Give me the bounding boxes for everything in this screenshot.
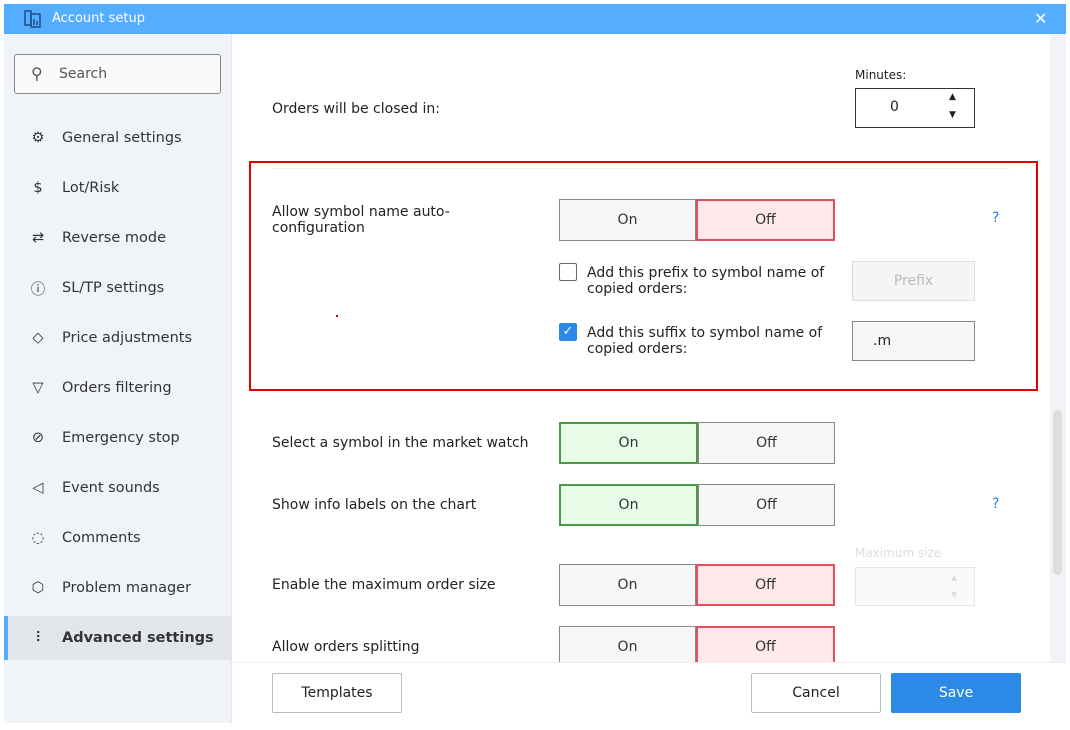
tag-icon: ◇ [32, 330, 44, 346]
title-bar: Account setup ✕ [4, 4, 1066, 34]
arrow-down-icon[interactable]: ▼ [949, 110, 956, 120]
minutes-stepper[interactable]: 0 ▲ ▼ [855, 88, 975, 128]
max-order-toggle[interactable]: On Off [559, 564, 835, 606]
sidebar-item[interactable]: ⬡ Problem manager [4, 566, 232, 610]
orders-closed-label: Orders will be closed in: [272, 101, 440, 117]
on-option[interactable]: On [559, 199, 696, 241]
templates-button[interactable]: Templates [272, 673, 402, 713]
stop-icon: ⊘ [31, 430, 45, 446]
on-option[interactable]: On [559, 484, 698, 526]
off-option[interactable]: Off [696, 564, 835, 606]
sidebar-item-label: Reverse mode [62, 230, 167, 246]
footer: Templates Cancel Save [232, 662, 1066, 723]
close-icon[interactable]: ✕ [1034, 9, 1047, 28]
symbol-autoconf-toggle[interactable]: On Off [559, 199, 835, 241]
scrollbar-thumb[interactable] [1053, 410, 1062, 575]
scrollbar[interactable] [1050, 34, 1066, 662]
sidebar-item-label: Comments [62, 530, 141, 546]
arrow-up-icon[interactable]: ▲ [951, 573, 957, 582]
help-icon[interactable]: ? [992, 496, 999, 512]
save-button[interactable]: Save [891, 673, 1021, 713]
search-placeholder: Search [59, 66, 108, 82]
red-dot [336, 315, 338, 317]
sliders-icon: ⫶ [36, 630, 40, 646]
shield-icon: ⬡ [31, 580, 45, 596]
sidebar-item[interactable]: ◁ Event sounds [4, 466, 232, 510]
sidebar-item-label: Lot/Risk [62, 180, 120, 196]
alert-icon: ⓘ [30, 281, 46, 298]
sidebar-item[interactable]: ⫶ Advanced settings [4, 616, 232, 660]
minutes-label: Minutes: [855, 68, 907, 82]
sidebar-item-label: Orders filtering [62, 380, 172, 396]
speaker-icon: ◁ [32, 480, 44, 496]
info-labels-label: Show info labels on the chart [272, 497, 477, 513]
max-order-label: Enable the maximum order size [272, 577, 496, 593]
prefix-checkbox[interactable] [559, 263, 577, 281]
filter-icon: ▽ [32, 380, 44, 396]
off-option[interactable]: Off [698, 422, 835, 464]
sidebar-item[interactable]: ⚙ General settings [4, 116, 232, 160]
sidebar-item-label: Problem manager [62, 580, 192, 596]
dollar-icon: $ [33, 180, 43, 196]
market-watch-label: Select a symbol in the market watch [272, 435, 529, 451]
minutes-value: 0 [890, 99, 899, 115]
sidebar-item[interactable]: $ Lot/Risk [4, 166, 232, 210]
sidebar-item[interactable]: ⊘ Emergency stop [4, 416, 232, 460]
sidebar-item-label: Event sounds [62, 480, 160, 496]
sidebar-item[interactable]: ▽ Orders filtering [4, 366, 232, 410]
splitting-label: Allow orders splitting [272, 639, 420, 655]
suffix-input[interactable]: .m [852, 321, 975, 361]
sidebar-item[interactable]: ◌ Comments [4, 516, 232, 560]
info-labels-toggle[interactable]: On Off [559, 484, 835, 526]
on-option[interactable]: On [559, 422, 698, 464]
sidebar-item-label: General settings [62, 130, 182, 146]
suffix-checkbox[interactable]: ✓ [559, 323, 577, 341]
sidebar-item[interactable]: ⓘ SL/TP settings [4, 266, 232, 310]
max-size-stepper[interactable]: ▲ ▼ [855, 567, 975, 606]
off-option[interactable]: Off [698, 484, 835, 526]
sidebar-item-label: Advanced settings [62, 630, 214, 646]
sidebar-item[interactable]: ◇ Price adjustments [4, 316, 232, 360]
on-option[interactable]: On [559, 564, 696, 606]
search-input[interactable]: ⚲ Search [14, 54, 221, 94]
arrow-up-icon[interactable]: ▲ [949, 92, 956, 102]
search-icon: ⚲ [31, 64, 43, 83]
sidebar-item-label: SL/TP settings [62, 280, 165, 296]
arrow-down-icon[interactable]: ▼ [951, 590, 957, 599]
help-icon[interactable]: ? [992, 210, 999, 226]
window-title: Account setup [52, 11, 145, 26]
divider [272, 168, 1009, 169]
app-logo-icon [24, 10, 41, 28]
prefix-label: Add this prefix to symbol name of copied… [587, 265, 825, 297]
sidebar: ⚲ Search ⚙ General settings $ Lot/Risk ⇄ Reve… [4, 34, 232, 723]
cancel-button[interactable]: Cancel [751, 673, 881, 713]
comment-icon: ◌ [31, 530, 45, 546]
suffix-label: Add this suffix to symbol name of copied… [587, 325, 823, 357]
prefix-input[interactable]: Prefix [852, 261, 975, 301]
sidebar-item-label: Price adjustments [62, 330, 193, 346]
settings-panel: Minutes: Orders will be closed in: 0 ▲ ▼… [232, 34, 1050, 668]
max-size-label: Maximum size [855, 546, 942, 560]
market-watch-toggle[interactable]: On Off [559, 422, 835, 464]
symbol-autoconf-label: Allow symbol name auto-configuration [272, 204, 450, 236]
reverse-icon: ⇄ [31, 230, 45, 246]
off-option[interactable]: Off [696, 199, 835, 241]
gear-icon: ⚙ [31, 130, 45, 146]
sidebar-item[interactable]: ⇄ Reverse mode [4, 216, 232, 260]
sidebar-item-label: Emergency stop [62, 430, 180, 446]
